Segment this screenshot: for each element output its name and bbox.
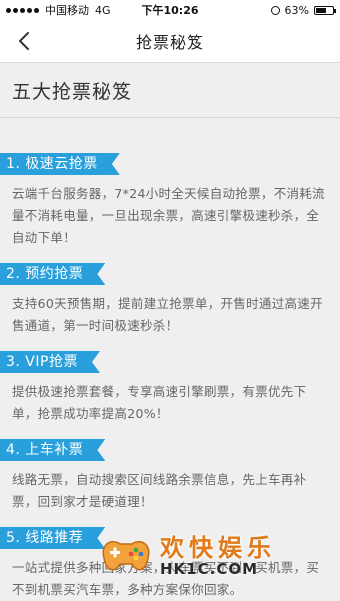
nav-title: 抢票秘笈 — [135, 33, 204, 52]
title-divider — [0, 117, 340, 118]
watermark: 欢快娱乐 HK1C.COM — [96, 526, 340, 584]
gamepad-logo-icon — [102, 540, 150, 571]
battery-icon — [314, 5, 336, 15]
back-button[interactable] — [14, 30, 36, 52]
section-heading: 3. VIP抢票 — [0, 351, 100, 373]
battery-fill — [316, 7, 327, 13]
status-time: 下午10:26 — [141, 4, 199, 17]
page-title: 五大抢票秘笈 — [12, 81, 133, 103]
section-heading: 1. 极速云抢票 — [0, 153, 120, 175]
section-reservation-grab: 2. 预约抢票 支持60天预售期，提前建立抢票单，开售时通过高速开售通道，第一时… — [0, 263, 340, 337]
section-body: 线路无票，自动搜索区间线路余票信息，先上车再补票，回到家才是硬道理！ — [12, 472, 307, 509]
watermark-text: 欢快娱乐 — [160, 533, 276, 562]
section-body: 支持60天预售期，提前建立抢票单，开售时通过高速开售通道，第一时间极速秒杀！ — [12, 296, 323, 333]
section-heading: 2. 预约抢票 — [0, 263, 105, 285]
watermark-url: HK1C.COM — [160, 560, 259, 578]
section-body: 提供极速抢票套餐，专享高速引擎刷票，有票优先下单，抢票成功率提高20%！ — [12, 384, 307, 421]
section-heading: 5. 线路推荐 — [0, 527, 105, 549]
status-bar: 中国移动 4G 下午10:26 63% — [0, 0, 340, 20]
section-heading: 4. 上车补票 — [0, 439, 105, 461]
section-cloud-grab: 1. 极速云抢票 云端千台服务器，7*24小时全天候自动抢票，不消耗流量不消耗电… — [0, 153, 340, 249]
nav-bar: 抢票秘笈 — [0, 20, 340, 63]
chevron-left-icon — [19, 32, 29, 50]
section-board-supplement: 4. 上车补票 线路无票，自动搜索区间线路余票信息，先上车再补票，回到家才是硬道… — [0, 439, 340, 513]
main-content[interactable]: 五大抢票秘笈 1. 极速云抢票 云端千台服务器，7*24小时全天候自动抢票，不消… — [0, 63, 340, 597]
section-body: 云端千台服务器，7*24小时全天候自动抢票，不消耗流量不消耗电量，一旦出现余票，… — [12, 186, 325, 245]
section-vip-grab: 3. VIP抢票 提供极速抢票套餐，专享高速引擎刷票，有票优先下单，抢票成功率提… — [0, 351, 340, 425]
